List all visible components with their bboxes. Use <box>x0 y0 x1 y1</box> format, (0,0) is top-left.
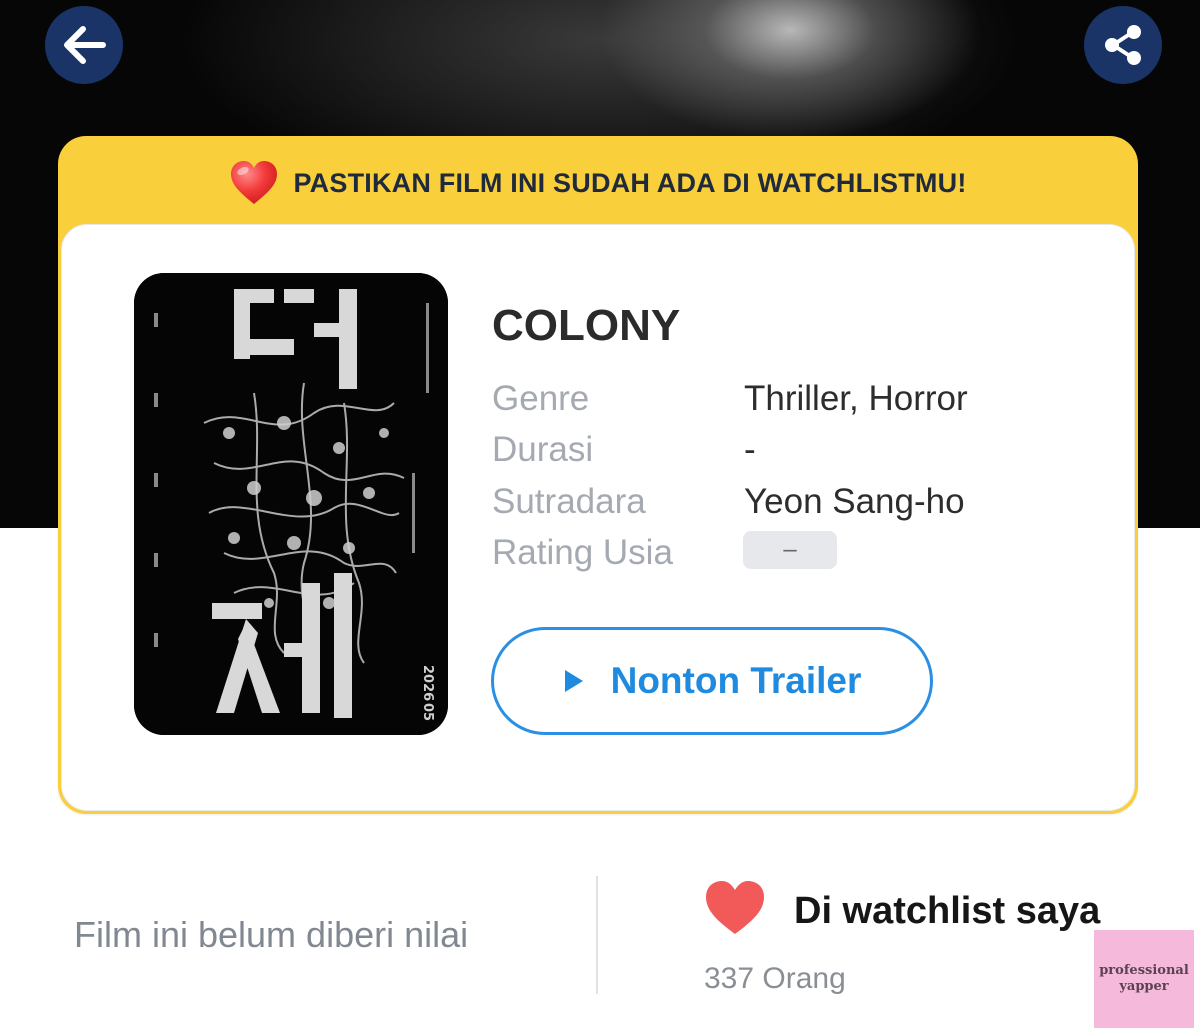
rating-status-text: Film ini belum diberi nilai <box>74 914 469 955</box>
movie-poster[interactable]: 2026 05 <box>134 273 448 735</box>
back-button[interactable] <box>45 6 123 84</box>
poster-artwork: 2026 05 <box>134 273 448 735</box>
poster-month: 05 <box>420 703 435 721</box>
share-icon <box>1105 25 1141 65</box>
watch-trailer-button[interactable]: Nonton Trailer <box>491 627 933 735</box>
movie-title: COLONY <box>492 301 681 350</box>
poster-year: 2026 <box>420 665 435 701</box>
heart-icon <box>706 881 764 934</box>
watch-trailer-label: Nonton Trailer <box>610 660 862 701</box>
watchlist-reminder-banner: PASTIKAN FILM INI SUDAH ADA DI WATCHLIST… <box>58 136 1138 230</box>
watermark-line2: yapper <box>1119 979 1169 994</box>
movie-info-card: 2026 05 COLONY Genre Thriller, Horror Du… <box>61 224 1135 811</box>
genre-value: Thriller, Horror <box>744 379 968 418</box>
add-to-watchlist-button[interactable] <box>704 880 766 941</box>
play-icon <box>564 670 583 692</box>
age-rating-label: Rating Usia <box>492 533 673 572</box>
arrow-left-icon <box>64 26 106 64</box>
footer-divider <box>596 876 598 994</box>
heart-icon <box>231 161 278 204</box>
watchlist-title[interactable]: Di watchlist saya <box>794 890 1100 933</box>
director-label: Sutradara <box>492 482 646 521</box>
movie-card-shell: PASTIKAN FILM INI SUDAH ADA DI WATCHLIST… <box>58 136 1138 814</box>
duration-value: - <box>744 430 756 469</box>
share-button[interactable] <box>1084 6 1162 84</box>
duration-label: Durasi <box>492 430 594 469</box>
director-value: Yeon Sang-ho <box>744 482 965 521</box>
watchlist-count: 337 Orang <box>704 962 846 995</box>
age-rating-badge: – <box>743 531 837 569</box>
watermark-line1: professional <box>1099 963 1189 978</box>
banner-text: PASTIKAN FILM INI SUDAH ADA DI WATCHLIST… <box>293 167 967 198</box>
genre-label: Genre <box>492 379 590 418</box>
watermark-stamp: professional yapper <box>1094 930 1194 1028</box>
